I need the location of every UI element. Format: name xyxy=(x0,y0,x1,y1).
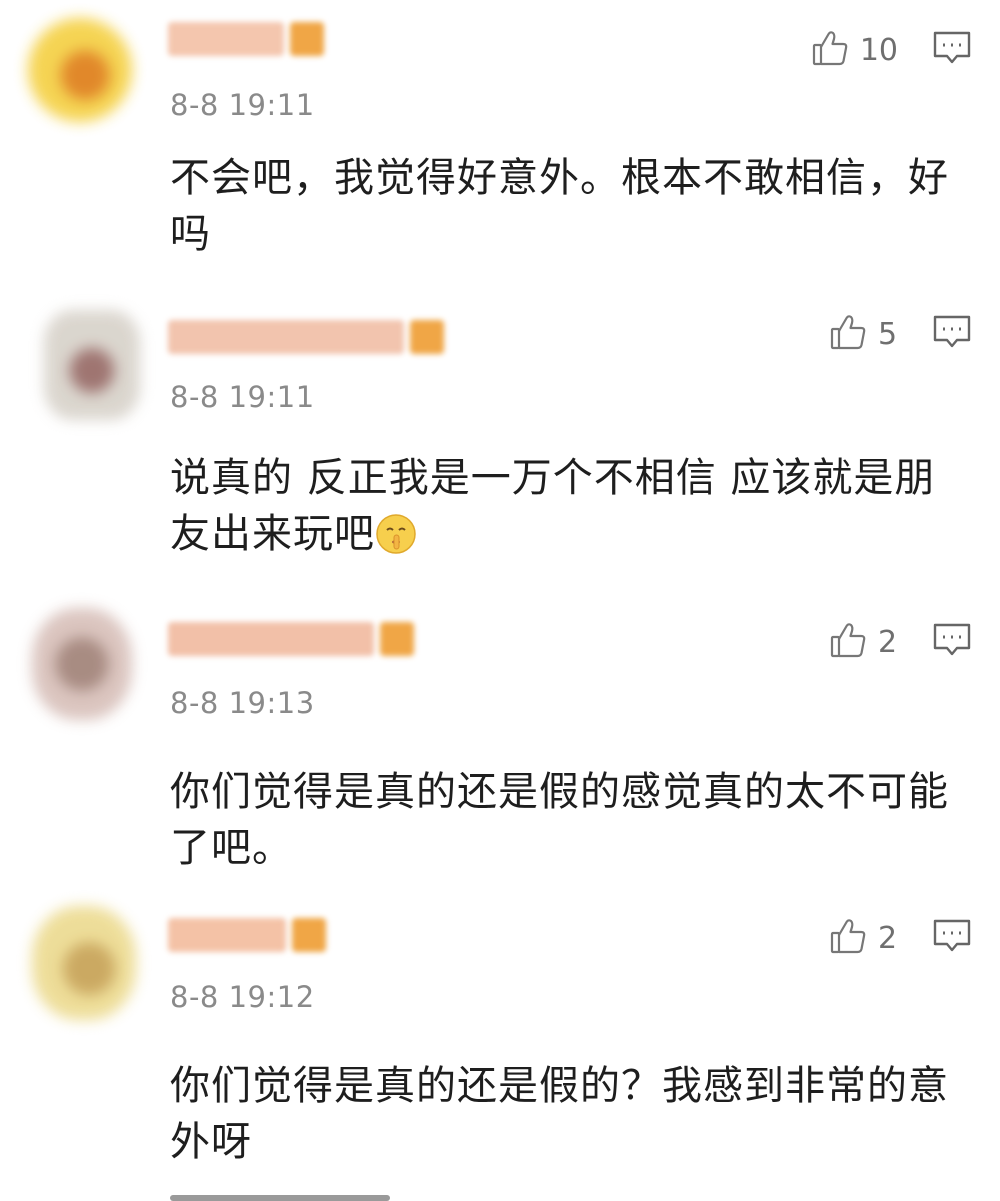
avatar[interactable] xyxy=(32,608,132,720)
thumbs-up-icon xyxy=(828,620,868,664)
comment-timestamp: 8-8 19:11 xyxy=(170,380,315,414)
like-button[interactable]: 5 xyxy=(828,312,898,356)
thumbs-up-icon xyxy=(828,916,868,960)
comment-actions: 10 xyxy=(810,28,972,72)
like-button[interactable]: 2 xyxy=(828,916,898,960)
reply-button[interactable] xyxy=(932,622,972,662)
like-count: 5 xyxy=(878,316,898,352)
reply-button[interactable] xyxy=(932,918,972,958)
thumbs-up-icon xyxy=(810,28,850,72)
like-button[interactable]: 2 xyxy=(828,620,898,664)
comment-text-body: 说真的 反正我是一万个不相信 应该就是朋友出来玩吧 xyxy=(170,455,936,557)
username[interactable] xyxy=(168,318,444,356)
avatar[interactable] xyxy=(28,18,132,122)
username[interactable] xyxy=(168,20,324,58)
comment-icon xyxy=(932,30,972,70)
comment-icon xyxy=(932,622,972,662)
comment-text: 不会吧，我觉得好意外。根本不敢相信，好吗 xyxy=(170,155,949,257)
shush-face-emoji xyxy=(375,513,417,555)
comment-actions: 2 xyxy=(828,620,972,664)
comment-timestamp: 8-8 19:12 xyxy=(170,980,315,1014)
comment-text: 说真的 反正我是一万个不相信 应该就是朋友出来玩吧 xyxy=(170,450,960,562)
reply-button[interactable] xyxy=(932,30,972,70)
comment-actions: 5 xyxy=(828,312,972,356)
reply-button[interactable] xyxy=(932,314,972,354)
like-button[interactable]: 10 xyxy=(810,28,898,72)
like-count: 2 xyxy=(878,920,898,956)
avatar[interactable] xyxy=(44,310,140,420)
comment-timestamp: 8-8 19:11 xyxy=(170,88,315,122)
thumbs-up-icon xyxy=(828,312,868,356)
comment-timestamp: 8-8 19:13 xyxy=(170,686,315,720)
username[interactable] xyxy=(168,620,414,658)
comment-text: 你们觉得是真的还是假的？我感到非常的意外呀 xyxy=(170,1063,949,1165)
scroll-indicator xyxy=(170,1195,390,1201)
username[interactable] xyxy=(168,916,326,954)
comment-icon xyxy=(932,918,972,958)
like-count: 10 xyxy=(859,32,898,68)
comment-text: 你们觉得是真的还是假的感觉真的太不可能了吧。 xyxy=(170,769,949,871)
comment-actions: 2 xyxy=(828,916,972,960)
comment-icon xyxy=(932,314,972,354)
avatar[interactable] xyxy=(32,906,136,1020)
like-count: 2 xyxy=(878,624,898,660)
